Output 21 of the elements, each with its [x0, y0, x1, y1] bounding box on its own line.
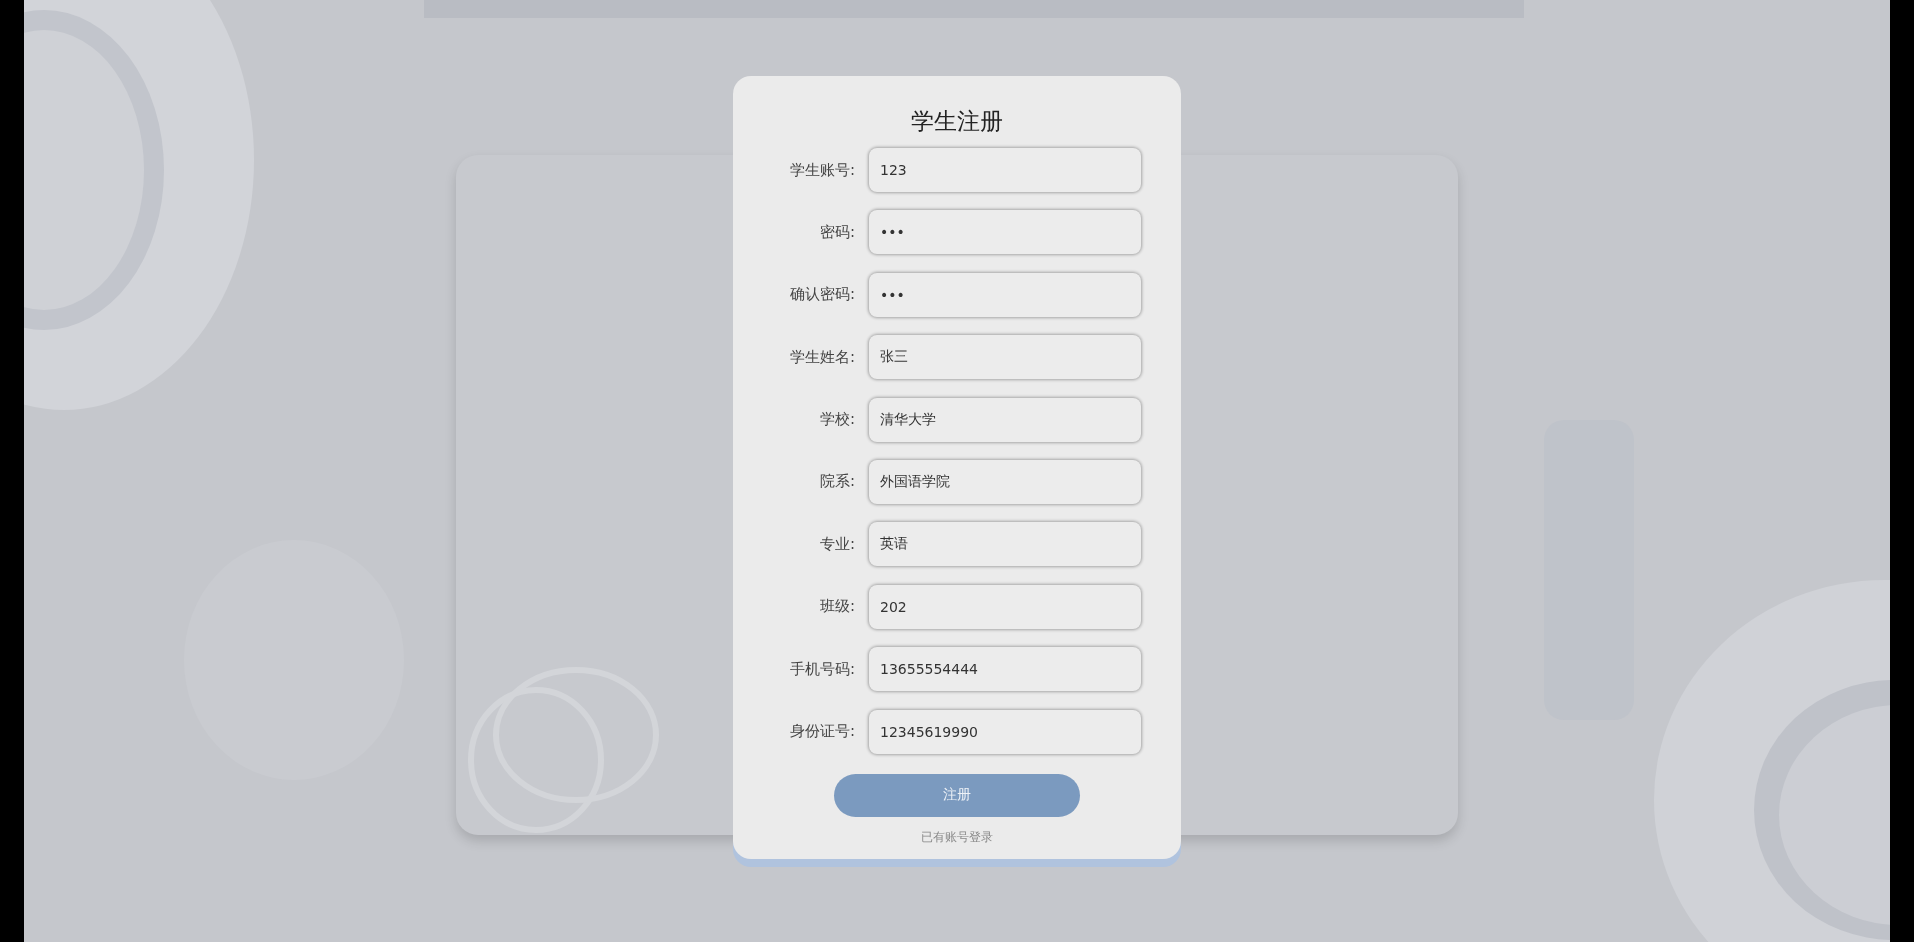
form-title: 学生注册: [911, 107, 1003, 136]
field-label: 学生姓名:: [788, 347, 856, 367]
input-field[interactable]: 张三: [869, 335, 1141, 380]
field-label: 学生账号:: [788, 160, 856, 180]
input-field[interactable]: 123: [869, 148, 1141, 192]
input-field[interactable]: 13655554444: [869, 647, 1141, 692]
field-label: 确认密码:: [788, 285, 856, 305]
field-label: 身份证号:: [788, 722, 856, 741]
field-label: 手机号码:: [788, 659, 856, 679]
field-label: 班级:: [818, 597, 856, 617]
input-field[interactable]: 清华大学: [869, 397, 1141, 442]
input-field[interactable]: •••: [869, 210, 1141, 255]
input-field[interactable]: •••: [869, 272, 1141, 317]
field-label: 学校:: [818, 410, 856, 430]
field-label: 专业:: [818, 534, 856, 554]
input-field[interactable]: 12345619990: [869, 709, 1141, 754]
input-field[interactable]: 外国语学院: [869, 459, 1141, 504]
input-field[interactable]: 202: [869, 584, 1141, 629]
field-label: 院系:: [818, 472, 856, 492]
input-field[interactable]: 英语: [869, 522, 1141, 567]
field-label: 密码:: [818, 222, 856, 242]
